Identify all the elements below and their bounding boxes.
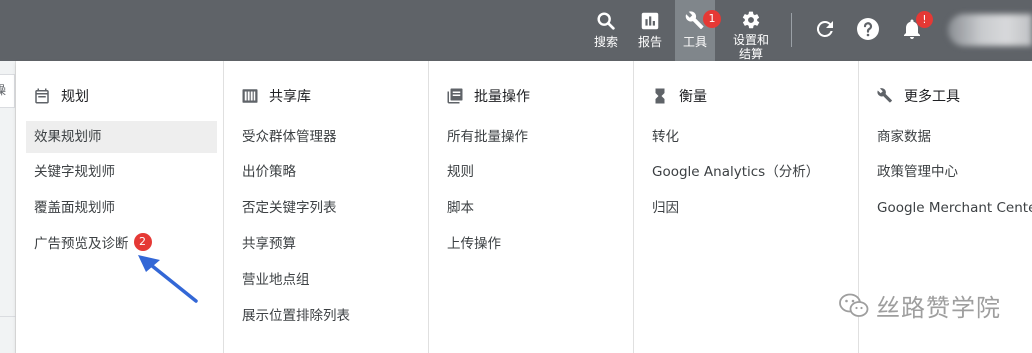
- gear-icon: [742, 11, 760, 29]
- menu-item-bid-strategies[interactable]: 出价策略: [234, 156, 296, 188]
- watermark: 丝路赞学院: [838, 288, 1001, 323]
- column-title: 共享库: [269, 89, 311, 105]
- menu-item-business-data[interactable]: 商家数据: [869, 121, 931, 153]
- settings-button[interactable]: 设置和结算: [727, 0, 775, 61]
- wrench-icon: [877, 88, 892, 103]
- copy-icon: [447, 88, 463, 104]
- column-measurement: 衡量 转化 Google Analytics（分析） 归因: [633, 61, 858, 353]
- menu-item-google-analytics[interactable]: Google Analytics（分析）: [644, 156, 819, 188]
- arrow-icon: [138, 255, 198, 303]
- menu-item-all-bulk-actions[interactable]: 所有批量操作: [439, 121, 528, 153]
- wechat-icon: [839, 293, 869, 317]
- menu-item-attribution[interactable]: 归因: [644, 192, 679, 224]
- column-title: 规划: [61, 89, 89, 105]
- background-partial-field: 操作: [0, 74, 15, 108]
- settings-label: 设置和结算: [732, 33, 769, 61]
- search-label: 搜索: [593, 35, 618, 49]
- column-header-bulk-actions: 批量操作: [446, 86, 530, 106]
- column-shared-library: 共享库 受众群体管理器 出价策略 否定关键字列表 共享预算 营业地点组 展示位置…: [223, 61, 428, 353]
- menu-item-shared-budgets[interactable]: 共享预算: [234, 228, 296, 260]
- avatar[interactable]: [948, 14, 1032, 46]
- menu-item-reach-planner[interactable]: 覆盖面规划师: [26, 192, 115, 224]
- menu-item-placement-exclusions[interactable]: 展示位置排除列表: [234, 300, 350, 332]
- tools-badge: 1: [703, 10, 721, 28]
- column-bulk-actions: 批量操作 所有批量操作 规则 脚本 上传操作: [428, 61, 633, 353]
- column-header-planning: 规划: [33, 86, 89, 106]
- menu-item-location-groups[interactable]: 营业地点组: [234, 264, 310, 296]
- menu-item-label: 广告预览及诊断: [34, 236, 129, 252]
- annotation-badge: 2: [133, 233, 152, 251]
- column-header-more-tools: 更多工具: [876, 86, 960, 106]
- reports-button[interactable]: 报告: [632, 0, 668, 61]
- menu-item-keyword-planner[interactable]: 关键字规划师: [26, 156, 115, 188]
- search-button[interactable]: 搜索: [588, 0, 624, 61]
- tools-label: 工具: [682, 35, 707, 49]
- background-divider: [0, 316, 16, 317]
- column-title: 批量操作: [474, 89, 530, 105]
- menu-item-performance-planner[interactable]: 效果规划师: [26, 121, 217, 153]
- menu-item-scripts[interactable]: 脚本: [439, 192, 474, 224]
- menu-item-audience-manager[interactable]: 受众群体管理器: [234, 121, 337, 153]
- menu-item-uploads[interactable]: 上传操作: [439, 228, 501, 260]
- column-header-shared-library: 共享库: [241, 86, 311, 106]
- watermark-text: 丝路赞学院: [876, 294, 1001, 322]
- bar-chart-icon: [641, 12, 659, 30]
- column-planning: 规划 效果规划师 关键字规划师 覆盖面规划师 广告预览及诊断 2: [16, 61, 223, 353]
- reports-label: 报告: [637, 35, 662, 49]
- column-header-measurement: 衡量: [651, 86, 707, 106]
- search-icon: [597, 12, 615, 30]
- notifications-badge: !: [916, 11, 933, 28]
- calendar-icon: [35, 88, 49, 104]
- menu-item-google-merchant-center[interactable]: Google Merchant Center: [869, 192, 1032, 224]
- help-icon[interactable]: [856, 17, 880, 41]
- library-icon: [242, 89, 258, 103]
- column-title: 衡量: [679, 89, 707, 105]
- column-title: 更多工具: [904, 89, 960, 105]
- menu-item-rules[interactable]: 规则: [439, 156, 474, 188]
- menu-item-policy-manager[interactable]: 政策管理中心: [869, 156, 958, 188]
- topbar-divider: [791, 13, 792, 47]
- menu-item-conversions[interactable]: 转化: [644, 121, 679, 153]
- tools-button[interactable]: 工具: [675, 0, 715, 61]
- refresh-icon[interactable]: [813, 17, 837, 41]
- hourglass-icon: [655, 88, 665, 104]
- menu-item-ad-preview[interactable]: 广告预览及诊断 2: [26, 228, 152, 260]
- menu-item-negative-keyword-lists[interactable]: 否定关键字列表: [234, 192, 337, 224]
- top-bar: 搜索 报告 工具 1 设置和结算 !: [0, 0, 1032, 61]
